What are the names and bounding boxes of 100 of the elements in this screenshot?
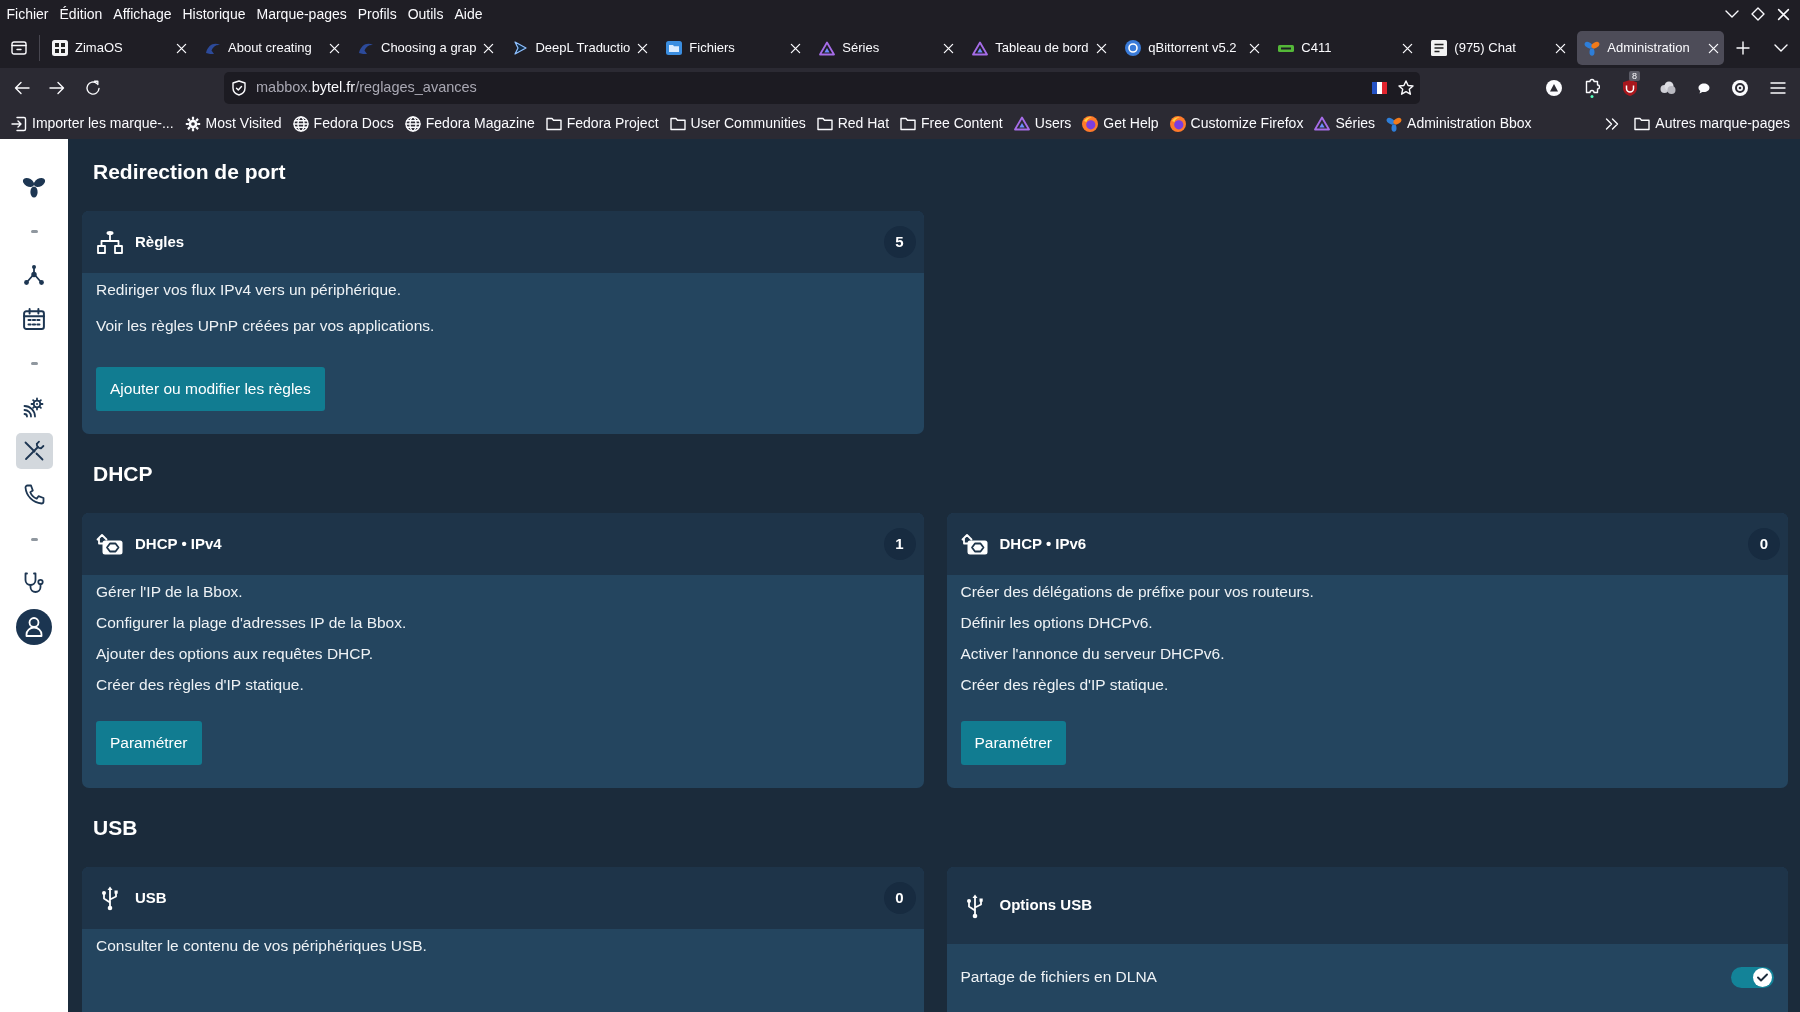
- forward-arrow-icon[interactable]: [49, 81, 65, 95]
- card-title: Règles: [135, 231, 185, 252]
- option-label: Partage de fichiers en DLNA: [960, 967, 1157, 987]
- browser-tab[interactable]: qBittorrent v5.2: [1118, 31, 1266, 65]
- bookmark-item[interactable]: Users: [1009, 111, 1076, 136]
- close-icon[interactable]: [1096, 42, 1108, 54]
- browser-tab[interactable]: DeepL Traductio: [505, 31, 654, 65]
- puzzle-icon[interactable]: [1584, 78, 1600, 98]
- speech-bubble-icon[interactable]: [1698, 82, 1710, 94]
- menu-item[interactable]: Fichier: [1, 4, 54, 24]
- menu-item[interactable]: Aide: [448, 4, 488, 24]
- close-icon[interactable]: [943, 42, 955, 54]
- star-icon[interactable]: [1398, 80, 1414, 96]
- petal-logo-icon: [1584, 40, 1601, 56]
- count-badge: 0: [883, 882, 916, 914]
- maximize-icon[interactable]: [1751, 7, 1765, 21]
- bookmark-item[interactable]: Get Help: [1078, 111, 1163, 136]
- flag-icon: [1372, 82, 1387, 94]
- sidebar-button[interactable]: [15, 433, 53, 469]
- triangle-icon: [819, 40, 836, 56]
- browser-tab[interactable]: ZimaOS: [45, 31, 192, 65]
- browser-tab[interactable]: C411: [1271, 31, 1419, 65]
- folder-icon: [545, 116, 562, 131]
- shield-icon[interactable]: [1622, 80, 1638, 96]
- check-icon: [1757, 972, 1768, 982]
- flame-globe-icon: [1169, 115, 1186, 132]
- bookmark-item[interactable]: Fedora Project: [541, 111, 663, 136]
- triangle-icon: [972, 40, 989, 56]
- toggle-switch[interactable]: [1731, 966, 1774, 988]
- cloud-icon[interactable]: [1660, 81, 1676, 95]
- folder-icon: [666, 41, 683, 55]
- close-icon[interactable]: [1708, 42, 1720, 54]
- globe-icon: [292, 115, 309, 132]
- address-bar[interactable]: mabbox.bytel.fr/reglages_avances: [224, 72, 1420, 104]
- description-text: Ajouter des options aux requêtes DHCP.: [96, 644, 375, 664]
- bookmark-item[interactable]: Fedora Docs: [288, 111, 398, 136]
- browser-tab[interactable]: (975) Chat: [1424, 31, 1572, 65]
- bookmark-item[interactable]: Customize Firefox: [1165, 111, 1308, 136]
- house-router-icon: [960, 532, 989, 556]
- plus-icon[interactable]: [1736, 41, 1751, 55]
- shield-icon: [232, 80, 246, 96]
- reload-icon[interactable]: [85, 80, 101, 96]
- card-title: DHCP • IPv6: [999, 533, 1087, 554]
- menu-item[interactable]: Marque-pages: [251, 4, 353, 24]
- triangle-circle-icon[interactable]: [1546, 80, 1562, 96]
- close-icon[interactable]: [637, 42, 649, 54]
- description-text: Activer l'annonce du serveur DHCPv6.: [960, 644, 1226, 664]
- card-title: Options USB: [999, 895, 1092, 916]
- bookmark-item[interactable]: Autres marque-pages: [1630, 111, 1794, 136]
- hierarchy-icon: [96, 230, 124, 254]
- browser-tab[interactable]: About creating: [198, 31, 345, 65]
- bookmark-item[interactable]: Red Hat: [812, 111, 894, 136]
- menu-item[interactable]: Historique: [176, 4, 251, 24]
- menu-icon[interactable]: [1770, 82, 1786, 94]
- action-button[interactable]: Paramétrer: [96, 721, 202, 765]
- bookmark-item[interactable]: Free Content: [896, 111, 1007, 136]
- phone-icon: [23, 484, 45, 506]
- sidebar-button[interactable]: [15, 609, 53, 645]
- logo-icon: [205, 41, 221, 55]
- back-arrow-icon[interactable]: [14, 81, 30, 95]
- browser-tab[interactable]: Choosing a grap: [351, 31, 500, 65]
- flame-globe-icon: [1082, 115, 1099, 132]
- menu-item[interactable]: Profils: [352, 4, 403, 24]
- bookmark-item[interactable]: User Communities: [665, 111, 810, 136]
- close-icon[interactable]: [483, 42, 495, 54]
- browser-tab[interactable]: Tableau de bord: [965, 31, 1113, 65]
- logo-icon: [358, 41, 374, 55]
- close-icon[interactable]: [329, 42, 340, 54]
- bookmark-item[interactable]: Importer les marque-...: [7, 111, 178, 136]
- bookmark-item[interactable]: Most Visited: [180, 111, 286, 136]
- ring-icon[interactable]: [1732, 80, 1748, 96]
- browser-tab[interactable]: Administration: [1577, 31, 1725, 65]
- section-heading: Redirection de port: [93, 159, 287, 185]
- minimize-icon[interactable]: [1725, 10, 1739, 18]
- menu-item[interactable]: Affichage: [107, 4, 177, 24]
- double-chevron-icon[interactable]: [1605, 117, 1620, 130]
- petal-logo-icon[interactable]: [22, 176, 46, 198]
- tab-list-icon[interactable]: [11, 41, 27, 55]
- bookmark-item[interactable]: Fedora Magazine: [400, 111, 539, 136]
- wrench-screwdriver-icon: [23, 440, 45, 462]
- description-text: Définir les options DHCPv6.: [960, 613, 1154, 633]
- menu-item[interactable]: Édition: [54, 4, 108, 24]
- close-icon[interactable]: [790, 42, 802, 54]
- close-icon[interactable]: [176, 42, 187, 54]
- folder-icon: [669, 116, 686, 131]
- description-text: Créer des règles d'IP statique.: [960, 675, 1170, 695]
- action-button[interactable]: Paramétrer: [960, 721, 1067, 765]
- close-icon[interactable]: [1555, 42, 1567, 54]
- extension-badge: 8: [1629, 71, 1640, 81]
- calendar-icon: [23, 308, 45, 330]
- bookmark-item[interactable]: Séries: [1310, 111, 1380, 136]
- bookmark-item[interactable]: Administration Bbox: [1382, 111, 1536, 136]
- close-icon[interactable]: [1249, 42, 1261, 54]
- browser-tab[interactable]: Fichiers: [659, 31, 807, 65]
- browser-tab[interactable]: Séries: [812, 31, 960, 65]
- menu-item[interactable]: Outils: [402, 4, 449, 24]
- chevron-down-icon[interactable]: [1774, 44, 1788, 52]
- close-icon[interactable]: [1402, 42, 1414, 54]
- action-button[interactable]: Ajouter ou modifier les règles: [96, 367, 325, 411]
- close-icon[interactable]: [1777, 7, 1790, 21]
